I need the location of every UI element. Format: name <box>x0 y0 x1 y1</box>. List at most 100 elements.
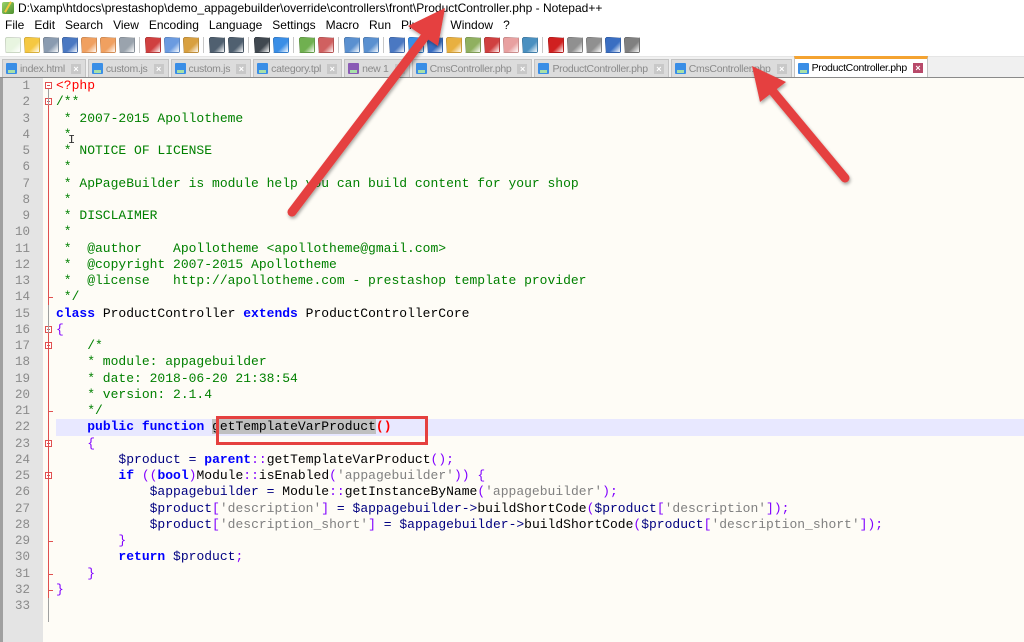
close-icon[interactable] <box>80 37 97 53</box>
menu-encoding[interactable]: Encoding <box>144 18 204 32</box>
close-tab-icon[interactable]: × <box>653 63 664 74</box>
code-line[interactable]: * <box>56 224 1024 240</box>
zoom-out-icon[interactable] <box>317 37 334 53</box>
code-line[interactable]: { <box>56 436 1024 452</box>
tab-productcontroller-php[interactable]: ProductController.php × <box>534 59 669 77</box>
document-map-icon[interactable] <box>464 37 481 53</box>
code-line[interactable]: * NOTICE OF LICENSE <box>56 143 1024 159</box>
monitoring-icon[interactable] <box>521 37 538 53</box>
code-line[interactable]: $appagebuilder = Module::getInstanceByNa… <box>56 484 1024 500</box>
stop-macro-icon[interactable] <box>566 37 583 53</box>
menu-run[interactable]: Run <box>364 18 396 32</box>
code-line[interactable]: ​ <box>56 598 1024 614</box>
save-macro-icon[interactable] <box>623 37 640 53</box>
menu-language[interactable]: Language <box>204 18 267 32</box>
code-line[interactable]: * <box>56 127 1024 143</box>
new-file-icon[interactable] <box>4 37 21 53</box>
code-line[interactable]: * module: appagebuilder <box>56 354 1024 370</box>
record-macro-icon[interactable] <box>547 37 564 53</box>
code-line[interactable]: */ <box>56 289 1024 305</box>
folder-workspace-icon[interactable] <box>502 37 519 53</box>
line-number: 33 <box>14 599 30 613</box>
code-line[interactable]: public function getTemplateVarProduct() <box>56 419 1024 436</box>
menu-help[interactable]: ? <box>498 18 515 32</box>
code-token: * 2007-2015 Apollotheme <box>56 110 244 126</box>
code-line[interactable]: class ProductController extends ProductC… <box>56 306 1024 322</box>
tab-custom-js[interactable]: custom.js × <box>170 59 252 77</box>
play-macro-icon[interactable] <box>585 37 602 53</box>
code-line[interactable]: } <box>56 582 1024 598</box>
code-line[interactable]: $product = parent::getTemplateVarProduct… <box>56 452 1024 468</box>
tab-cmscontroller-php[interactable]: CmsController.php × <box>670 59 792 77</box>
find-icon[interactable] <box>253 37 270 53</box>
copy-icon[interactable] <box>163 37 180 53</box>
close-tab-icon[interactable]: × <box>70 63 81 74</box>
menu-edit[interactable]: Edit <box>29 18 60 32</box>
code-line[interactable]: if ((bool)Module::isEnabled('appagebuild… <box>56 468 1024 484</box>
tab-index-html[interactable]: index.html × <box>2 59 86 77</box>
tab-category-tpl[interactable]: category.tpl × <box>253 59 343 77</box>
code-line[interactable]: * DISCLAIMER <box>56 208 1024 224</box>
sync-vertical-icon[interactable] <box>343 37 360 53</box>
menu-macro[interactable]: Macro <box>321 18 364 32</box>
zoom-in-icon[interactable] <box>298 37 315 53</box>
code-line[interactable]: * 2007-2015 Apollotheme <box>56 111 1024 127</box>
editor[interactable]: 1 2 3 4 5 6 7 8 9 10 11 12 13 14 15 16 17 18 19 20 21 22 23 24 2… <box>0 78 1024 642</box>
code-line[interactable]: /* <box>56 338 1024 354</box>
replace-icon[interactable] <box>272 37 289 53</box>
user-language-icon[interactable] <box>445 37 462 53</box>
redo-icon[interactable] <box>227 37 244 53</box>
code-line[interactable]: * @copyright 2007-2015 Apollotheme <box>56 257 1024 273</box>
code-line[interactable]: * <box>56 159 1024 175</box>
undo-icon[interactable] <box>208 37 225 53</box>
code-area[interactable]: <?php/** * 2007-2015 Apollotheme * * NOT… <box>56 78 1024 642</box>
show-all-chars-icon[interactable] <box>407 37 424 53</box>
code-line[interactable]: * date: 2018-06-20 21:38:54 <box>56 371 1024 387</box>
sync-horizontal-icon[interactable] <box>362 37 379 53</box>
menu-window[interactable]: Window <box>445 18 498 32</box>
close-tab-icon[interactable]: × <box>153 63 164 74</box>
close-tab-icon[interactable]: × <box>394 63 405 74</box>
code-line[interactable]: return $product; <box>56 549 1024 565</box>
code-line[interactable]: * ApPageBuilder is module help you can b… <box>56 176 1024 192</box>
menu-settings[interactable]: Settings <box>267 18 320 32</box>
indent-guide-icon[interactable] <box>426 37 443 53</box>
print-icon[interactable] <box>118 37 135 53</box>
line-number: 9 <box>22 209 30 223</box>
save-icon[interactable] <box>42 37 59 53</box>
code-line[interactable]: */ <box>56 403 1024 419</box>
fold-toggle-icon[interactable] <box>45 82 52 89</box>
tab-productcontroller-php[interactable]: ProductController.php × <box>793 56 928 77</box>
code-line[interactable]: } <box>56 566 1024 582</box>
open-file-icon[interactable] <box>23 37 40 53</box>
save-all-icon[interactable] <box>61 37 78 53</box>
code-line[interactable]: * @author Apollotheme <apollotheme@gmail… <box>56 241 1024 257</box>
tab-cmscontroller-php[interactable]: CmsController.php × <box>411 59 533 77</box>
paste-icon[interactable] <box>182 37 199 53</box>
code-line[interactable]: /** <box>56 94 1024 110</box>
code-line[interactable]: * <box>56 192 1024 208</box>
code-line[interactable]: $product['description'] = $appagebuilder… <box>56 501 1024 517</box>
menu-file[interactable]: File <box>0 18 29 32</box>
code-line[interactable]: } <box>56 533 1024 549</box>
code-line[interactable]: $product['description_short'] = $appageb… <box>56 517 1024 533</box>
menu-search[interactable]: Search <box>60 18 108 32</box>
close-tab-icon[interactable]: × <box>912 63 923 73</box>
menu-plugins[interactable]: Plugins <box>396 18 445 32</box>
close-all-icon[interactable] <box>99 37 116 53</box>
code-line[interactable]: { <box>56 322 1024 338</box>
close-tab-icon[interactable]: × <box>327 63 338 74</box>
code-line[interactable]: * version: 2.1.4 <box>56 387 1024 403</box>
function-list-icon[interactable] <box>483 37 500 53</box>
run-macro-multiple-icon[interactable] <box>604 37 621 53</box>
close-tab-icon[interactable]: × <box>517 63 528 74</box>
tab-new-1[interactable]: new 1 × <box>344 59 410 77</box>
code-line[interactable]: * @license http://apollotheme.com - pres… <box>56 273 1024 289</box>
menu-view[interactable]: View <box>108 18 144 32</box>
tab-custom-js[interactable]: custom.js × <box>87 59 169 77</box>
cut-icon[interactable] <box>144 37 161 53</box>
word-wrap-icon[interactable] <box>388 37 405 53</box>
close-tab-icon[interactable]: × <box>776 63 787 74</box>
close-tab-icon[interactable]: × <box>236 63 247 74</box>
code-line[interactable]: <?php <box>56 78 1024 94</box>
